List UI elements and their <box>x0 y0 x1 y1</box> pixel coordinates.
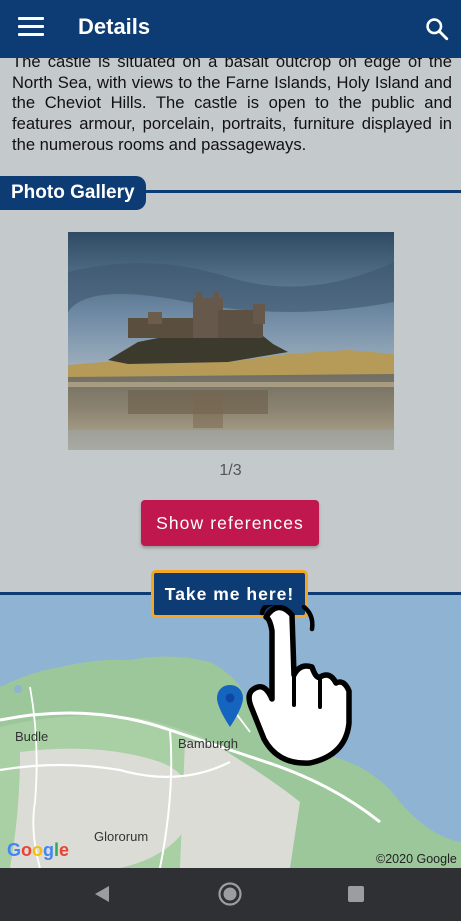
show-references-button[interactable]: Show references <box>141 500 319 546</box>
photo-gallery-heading: Photo Gallery <box>0 176 146 210</box>
gallery-counter: 1/3 <box>219 462 242 479</box>
map-label-bamburgh: Bamburgh <box>178 736 238 751</box>
castle-photo[interactable] <box>68 232 394 450</box>
map-label-glororum: Glororum <box>94 829 149 844</box>
castle-description: The castle is situated on a basalt outcr… <box>12 52 452 154</box>
hamburger-menu-icon[interactable] <box>18 17 44 39</box>
map-copyright: ©2020 Google <box>376 852 457 866</box>
page-title: Details <box>78 14 151 39</box>
pointing-hand-icon <box>246 605 352 766</box>
section-divider <box>140 190 461 193</box>
map-label-budle: Budle <box>15 729 49 744</box>
back-triangle-icon[interactable] <box>94 885 110 903</box>
search-icon[interactable] <box>424 16 450 42</box>
google-logo: Google <box>7 840 70 860</box>
recents-square-icon[interactable] <box>348 886 364 902</box>
map-view[interactable] <box>0 592 461 868</box>
home-circle-icon[interactable] <box>218 882 242 906</box>
app-bar: Details <box>0 0 461 58</box>
